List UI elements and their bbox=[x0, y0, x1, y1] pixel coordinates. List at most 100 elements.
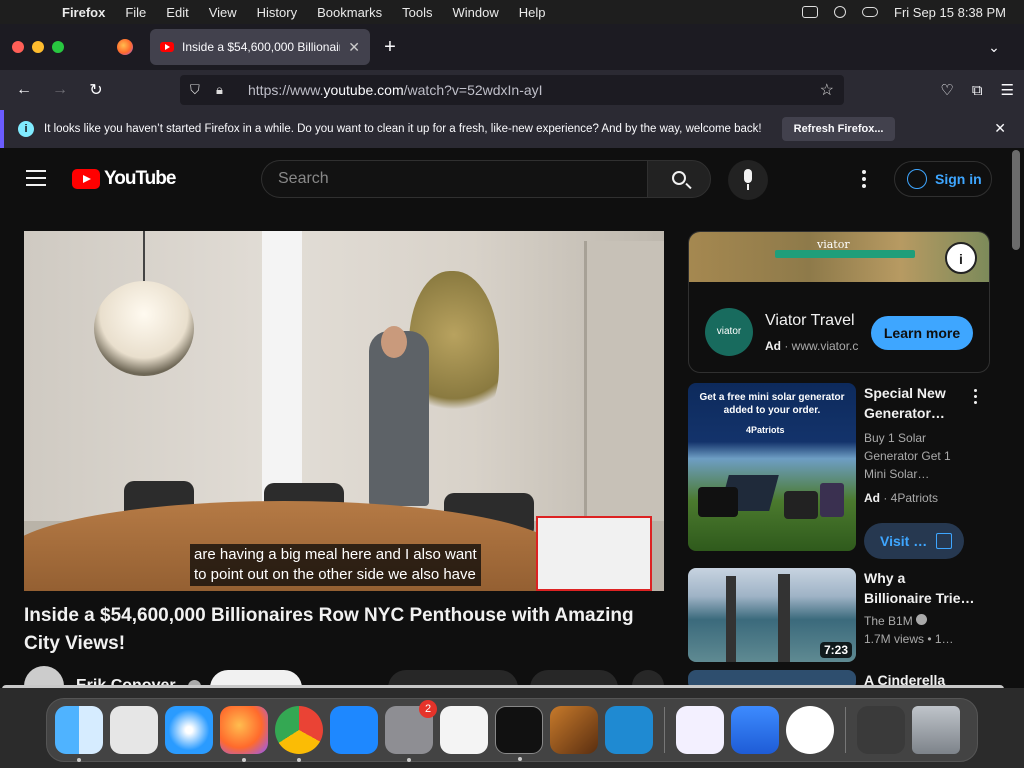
vertical-scrollbar[interactable] bbox=[1012, 150, 1020, 250]
spotlight-search-icon[interactable] bbox=[834, 6, 846, 18]
downloads-stack-icon[interactable] bbox=[857, 706, 905, 754]
notification-message: It looks like you haven’t started Firefo… bbox=[44, 123, 762, 135]
ad-info-icon[interactable]: i bbox=[945, 242, 977, 274]
lock-icon[interactable]: 🔒︎ bbox=[216, 82, 242, 98]
close-notification-icon[interactable]: ✕ bbox=[994, 120, 1006, 137]
list-all-tabs-button[interactable]: ⌄ bbox=[964, 39, 1024, 56]
promoted-title[interactable]: Special New Generator… bbox=[864, 383, 976, 423]
firefox-icon bbox=[117, 39, 133, 55]
extensions-icon[interactable]: ⧉ bbox=[972, 82, 983, 99]
menubar-clock[interactable]: Fri Sep 15 8:38 PM bbox=[894, 5, 1006, 20]
caption-line-1: are having a big meal here and I also wa… bbox=[194, 546, 477, 563]
refresh-firefox-button[interactable]: Refresh Firefox... bbox=[781, 117, 896, 141]
info-icon: i bbox=[18, 121, 34, 137]
tracking-protection-shield-icon[interactable]: ⛉ bbox=[190, 82, 216, 98]
learn-more-button[interactable]: Learn more bbox=[871, 316, 973, 350]
sidebar-video-item[interactable]: 7:23 Why a Billionaire Trie… The B1M 1.7… bbox=[688, 568, 990, 664]
open-external-icon bbox=[936, 533, 952, 549]
dock-separator-2 bbox=[845, 707, 846, 753]
promoted-advertiser: 4Patriots bbox=[890, 491, 939, 505]
system-settings-icon[interactable]: 2 bbox=[385, 700, 437, 762]
refresh-firefox-notification: i It looks like you haven’t started Fire… bbox=[0, 110, 1024, 148]
promoted-thumbnail[interactable]: Get a free mini solar generator added to… bbox=[688, 383, 856, 551]
active-tab[interactable]: Inside a $54,600,000 Billionaire ✕ bbox=[150, 29, 370, 65]
menu-edit[interactable]: Edit bbox=[156, 5, 198, 20]
video-channel-name[interactable]: The B1M bbox=[864, 614, 913, 628]
ad-domain: www.viator.c bbox=[791, 339, 859, 353]
close-tab-icon[interactable]: ✕ bbox=[348, 39, 360, 56]
tab-title: Inside a $54,600,000 Billionaire bbox=[182, 40, 341, 54]
new-tab-button[interactable]: + bbox=[370, 36, 410, 59]
pinned-tab-firefox[interactable] bbox=[100, 29, 150, 65]
screen-mirroring-icon[interactable] bbox=[802, 6, 818, 18]
url-prefix: https://www. bbox=[248, 82, 324, 98]
youtube-play-icon bbox=[72, 169, 100, 189]
video-meta: 1.7M views • 1… bbox=[864, 632, 954, 646]
video-caption: are having a big meal here and I also wa… bbox=[190, 544, 481, 586]
finder-icon[interactable] bbox=[55, 706, 103, 762]
address-bar[interactable]: ⛉ 🔒︎ https://www.youtube.com/watch?v=52w… bbox=[180, 75, 844, 105]
menu-tools[interactable]: Tools bbox=[392, 5, 442, 20]
floorplan-overlay bbox=[536, 516, 652, 591]
chrome-icon[interactable] bbox=[275, 706, 323, 762]
visit-label: Visit … bbox=[880, 533, 928, 549]
menu-view[interactable]: View bbox=[199, 5, 247, 20]
microphone-icon bbox=[744, 169, 752, 183]
voice-search-button[interactable] bbox=[728, 160, 768, 200]
guide-menu-icon[interactable] bbox=[26, 170, 46, 191]
control-center-icon[interactable] bbox=[862, 7, 878, 17]
video-title-sidebar[interactable]: Why a Billionaire Trie… bbox=[864, 568, 976, 608]
search-input[interactable]: Search bbox=[261, 160, 647, 198]
window-controls bbox=[0, 41, 100, 53]
launchpad-icon[interactable] bbox=[110, 706, 158, 754]
bookmark-star-icon[interactable]: ☆ bbox=[820, 80, 834, 100]
sidebar-ad-card[interactable]: viator i viator Viator Travel Ad · www.v… bbox=[688, 231, 990, 373]
app-store-icon[interactable] bbox=[330, 706, 378, 754]
ad-title[interactable]: Viator Travel bbox=[765, 312, 855, 330]
youtube-favicon-icon bbox=[160, 42, 174, 52]
minimize-window-button[interactable] bbox=[32, 41, 44, 53]
terminal-icon[interactable] bbox=[495, 706, 543, 761]
close-window-button[interactable] bbox=[12, 41, 24, 53]
forward-button[interactable]: → bbox=[42, 81, 78, 99]
sign-in-button[interactable]: Sign in bbox=[894, 161, 992, 197]
visual-studio-icon[interactable] bbox=[676, 706, 724, 754]
macos-menu-bar: Firefox File Edit View History Bookmarks… bbox=[0, 0, 1024, 24]
zoom-window-button[interactable] bbox=[52, 41, 64, 53]
safari-icon[interactable] bbox=[165, 706, 213, 754]
macos-dock: 2 bbox=[46, 698, 978, 762]
back-button[interactable]: ← bbox=[6, 81, 42, 99]
advertiser-logo[interactable]: viator bbox=[705, 308, 753, 356]
app-menu-icon[interactable]: ☰ bbox=[1001, 81, 1014, 99]
firefox-dock-icon[interactable] bbox=[220, 706, 268, 762]
menu-file[interactable]: File bbox=[115, 5, 156, 20]
youtube-logo[interactable]: YouTube bbox=[72, 168, 176, 190]
promoted-meta: Ad · 4Patriots bbox=[864, 491, 939, 505]
reload-button[interactable]: ↻ bbox=[78, 80, 114, 100]
vscode-icon[interactable] bbox=[605, 706, 653, 754]
clock-icon[interactable] bbox=[786, 706, 834, 754]
garageband-icon[interactable] bbox=[550, 706, 598, 754]
weather-icon[interactable] bbox=[731, 706, 779, 754]
menu-history[interactable]: History bbox=[247, 5, 307, 20]
settings-badge: 2 bbox=[419, 700, 437, 718]
menu-window[interactable]: Window bbox=[443, 5, 509, 20]
promoted-more-icon[interactable] bbox=[974, 389, 978, 407]
browser-tab-bar: Inside a $54,600,000 Billionaire ✕ + ⌄ bbox=[0, 24, 1024, 70]
trash-icon[interactable] bbox=[912, 706, 960, 754]
video-channel: The B1M bbox=[864, 612, 976, 630]
textedit-icon[interactable] bbox=[440, 706, 488, 754]
url-text[interactable]: https://www.youtube.com/watch?v=52wdxIn-… bbox=[248, 82, 820, 98]
menu-app-name[interactable]: Firefox bbox=[52, 5, 115, 20]
visit-button[interactable]: Visit … bbox=[864, 523, 964, 559]
menu-bookmarks[interactable]: Bookmarks bbox=[307, 5, 392, 20]
sidebar-promoted-item[interactable]: Get a free mini solar generator added to… bbox=[688, 383, 990, 563]
pocket-icon[interactable]: ♡ bbox=[940, 81, 953, 99]
menu-help[interactable]: Help bbox=[509, 5, 556, 20]
youtube-page: YouTube Search Sign in are having a big … bbox=[0, 148, 1024, 688]
settings-menu-icon[interactable] bbox=[862, 170, 868, 191]
video-thumbnail[interactable]: 7:23 bbox=[688, 568, 856, 662]
search-button[interactable] bbox=[647, 160, 711, 198]
browser-nav-bar: ← → ↻ ⛉ 🔒︎ https://www.youtube.com/watch… bbox=[0, 70, 1024, 110]
video-player[interactable]: are having a big meal here and I also wa… bbox=[24, 231, 664, 591]
